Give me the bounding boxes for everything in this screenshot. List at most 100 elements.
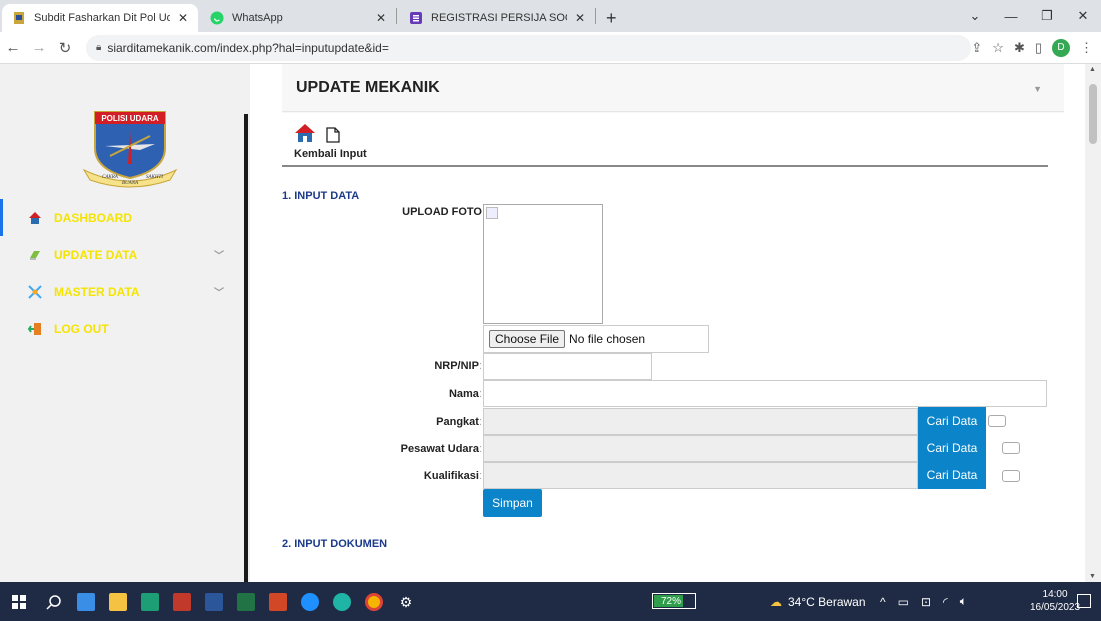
sidebar-item-logout[interactable]: LOG OUT bbox=[0, 310, 240, 347]
nama-label-text: Nama bbox=[448, 388, 479, 400]
close-window-icon[interactable]: ✕ bbox=[1065, 8, 1101, 24]
pesawat-checkbox[interactable] bbox=[1002, 442, 1020, 454]
back-input-link[interactable]: Kembali Input bbox=[294, 123, 367, 160]
battery-percent: 72% bbox=[661, 595, 682, 607]
powerpoint-icon[interactable] bbox=[262, 582, 294, 621]
section-input-data: 1. INPUT DATA bbox=[282, 190, 360, 202]
kualifikasi-field bbox=[483, 462, 918, 489]
sidebar-item-label: DASHBOARD bbox=[54, 210, 132, 225]
address-bar: ← → ↻ 🔒︎ siarditamekanik.com/index.php?h… bbox=[0, 32, 1101, 64]
nrp-field[interactable] bbox=[483, 353, 652, 380]
battery-tray-icon[interactable]: ▭ bbox=[898, 595, 909, 609]
tab-subdit[interactable]: Subdit Fasharkan Dit Pol Udara ✕ bbox=[2, 4, 198, 32]
kualifikasi-checkbox[interactable] bbox=[1002, 470, 1020, 482]
file-explorer-icon[interactable] bbox=[102, 582, 134, 621]
chevron-down-icon: ﹀ bbox=[214, 288, 224, 299]
close-icon[interactable]: ✕ bbox=[368, 11, 386, 25]
share-icon[interactable]: ⇪ bbox=[971, 40, 982, 56]
tab-title: Subdit Fasharkan Dit Pol Udara bbox=[34, 12, 170, 24]
search-icon[interactable] bbox=[38, 582, 70, 621]
lock-icon: 🔒︎ bbox=[96, 42, 102, 53]
pangkat-label-text: Pangkat bbox=[436, 416, 479, 428]
nama-field[interactable] bbox=[483, 380, 1047, 407]
volume-icon[interactable]: 🔈︎ bbox=[960, 594, 967, 609]
word-icon[interactable] bbox=[198, 582, 230, 621]
sidebar-item-update-data[interactable]: UPDATE DATA ﹀ bbox=[0, 236, 240, 273]
page-title: UPDATE MEKANIK bbox=[296, 78, 440, 96]
sidebar-divider bbox=[244, 114, 248, 582]
sidebar-item-label: LOG OUT bbox=[54, 321, 109, 336]
pangkat-checkbox[interactable] bbox=[988, 415, 1006, 427]
sidebar-item-master-data[interactable]: MASTER DATA ﹀ bbox=[0, 273, 240, 310]
toolbar-right: ⇪ ☆ ✱ ▯ D ⋮ bbox=[971, 38, 1101, 57]
tab-title: WhatsApp bbox=[232, 12, 283, 24]
logo-ribbon-left: CAKRA bbox=[102, 175, 119, 180]
restore-icon[interactable]: ❐ bbox=[1029, 8, 1065, 24]
nama-label: Nama: bbox=[448, 388, 482, 400]
sidebar-item-dashboard[interactable]: DASHBOARD bbox=[0, 199, 240, 236]
file-input[interactable]: Choose File No file chosen bbox=[483, 325, 709, 353]
mcafee-icon[interactable] bbox=[166, 582, 198, 621]
menu-dots-icon[interactable]: ⋮ bbox=[1080, 40, 1093, 56]
tab-registrasi[interactable]: REGISTRASI PERSIJA SOCCER SC ✕ bbox=[399, 4, 595, 32]
windows-start-icon[interactable] bbox=[0, 582, 38, 621]
pangkat-label: Pangkat: bbox=[436, 416, 482, 428]
internet-explorer-icon[interactable] bbox=[294, 582, 326, 621]
extensions-icon[interactable]: ✱ bbox=[1014, 40, 1025, 56]
back-arrow-icon[interactable]: ← bbox=[0, 39, 26, 56]
tab-title: REGISTRASI PERSIJA SOCCER SC bbox=[431, 12, 567, 24]
app-l-icon[interactable] bbox=[134, 582, 166, 621]
scroll-thumb[interactable] bbox=[1089, 84, 1097, 144]
task-view-icon[interactable] bbox=[70, 582, 102, 621]
nrp-label-text: NRP/NIP bbox=[434, 360, 479, 372]
police-favicon-icon bbox=[12, 11, 26, 25]
upload-foto-label: UPLOAD FOTO bbox=[282, 206, 482, 218]
weather-widget[interactable]: ☁ 34°C Berawan bbox=[770, 582, 866, 621]
forms-icon bbox=[409, 11, 423, 25]
pesawat-field bbox=[483, 435, 918, 462]
profile-avatar[interactable]: D bbox=[1052, 38, 1070, 57]
cari-pesawat-button[interactable]: Cari Data bbox=[918, 434, 986, 462]
edge-icon[interactable] bbox=[326, 582, 358, 621]
notification-icon[interactable] bbox=[1077, 594, 1091, 608]
cari-kualifikasi-button[interactable]: Cari Data bbox=[918, 461, 986, 489]
home-icon[interactable] bbox=[294, 123, 316, 146]
network-tray-icon[interactable]: ⊡ bbox=[921, 595, 931, 609]
new-document-icon[interactable] bbox=[326, 127, 340, 146]
page-scrollbar[interactable]: ▲ ▼ bbox=[1085, 64, 1101, 582]
choose-file-button[interactable]: Choose File bbox=[489, 330, 566, 348]
system-tray: ^ ▭ ⊡ ◜ 🔈︎ bbox=[880, 582, 967, 621]
logo-ribbon-center: BUANA bbox=[122, 181, 139, 186]
tab-search-icon[interactable]: ⌄ bbox=[957, 8, 993, 24]
settings-gear-icon[interactable]: ⚙ bbox=[390, 582, 422, 621]
url-field[interactable]: 🔒︎ siarditamekanik.com/index.php?hal=inp… bbox=[86, 34, 972, 61]
excel-icon[interactable] bbox=[230, 582, 262, 621]
page-viewport: POLISI UDARA CAKRA BUANA SAKHTI DASHBOAR… bbox=[0, 64, 1101, 582]
collapse-caret-icon[interactable]: ▼ bbox=[1033, 84, 1042, 94]
chrome-icon[interactable] bbox=[358, 582, 390, 621]
scroll-down-icon[interactable]: ▼ bbox=[1089, 573, 1096, 580]
cari-pangkat-button[interactable]: Cari Data bbox=[918, 407, 986, 435]
sidepanel-icon[interactable]: ▯ bbox=[1035, 40, 1042, 56]
scroll-up-icon[interactable]: ▲ bbox=[1089, 66, 1096, 73]
clock[interactable]: 14:00 16/05/2023 bbox=[1030, 588, 1080, 614]
minimize-icon[interactable]: — bbox=[993, 9, 1029, 24]
tab-whatsapp[interactable]: WhatsApp ✕ bbox=[200, 4, 396, 32]
tray-expand-icon[interactable]: ^ bbox=[880, 595, 886, 609]
battery-indicator[interactable]: 72% bbox=[652, 593, 696, 609]
whatsapp-icon bbox=[210, 11, 224, 25]
reload-icon[interactable]: ↻ bbox=[52, 39, 78, 57]
simpan-button[interactable]: Simpan bbox=[483, 489, 542, 517]
weather-text: 34°C Berawan bbox=[788, 594, 866, 609]
new-tab-button[interactable]: + bbox=[596, 4, 627, 32]
close-icon[interactable]: ✕ bbox=[170, 11, 188, 25]
sidebar: POLISI UDARA CAKRA BUANA SAKHTI DASHBOAR… bbox=[0, 64, 250, 582]
close-icon[interactable]: ✕ bbox=[567, 11, 585, 25]
forward-arrow-icon[interactable]: → bbox=[26, 39, 52, 56]
chevron-down-icon: ﹀ bbox=[214, 251, 224, 262]
wifi-icon[interactable]: ◜ bbox=[943, 595, 948, 609]
section-input-dokumen: 2. INPUT DOKUMEN bbox=[282, 538, 388, 550]
bookmark-star-icon[interactable]: ☆ bbox=[992, 40, 1004, 56]
sidebar-menu: DASHBOARD UPDATE DATA ﹀ MASTER DATA ﹀ LO… bbox=[0, 199, 240, 347]
taskbar: ⚙ 72% ☁ 34°C Berawan ^ ▭ ⊡ ◜ 🔈︎ 14:00 16… bbox=[0, 582, 1101, 621]
